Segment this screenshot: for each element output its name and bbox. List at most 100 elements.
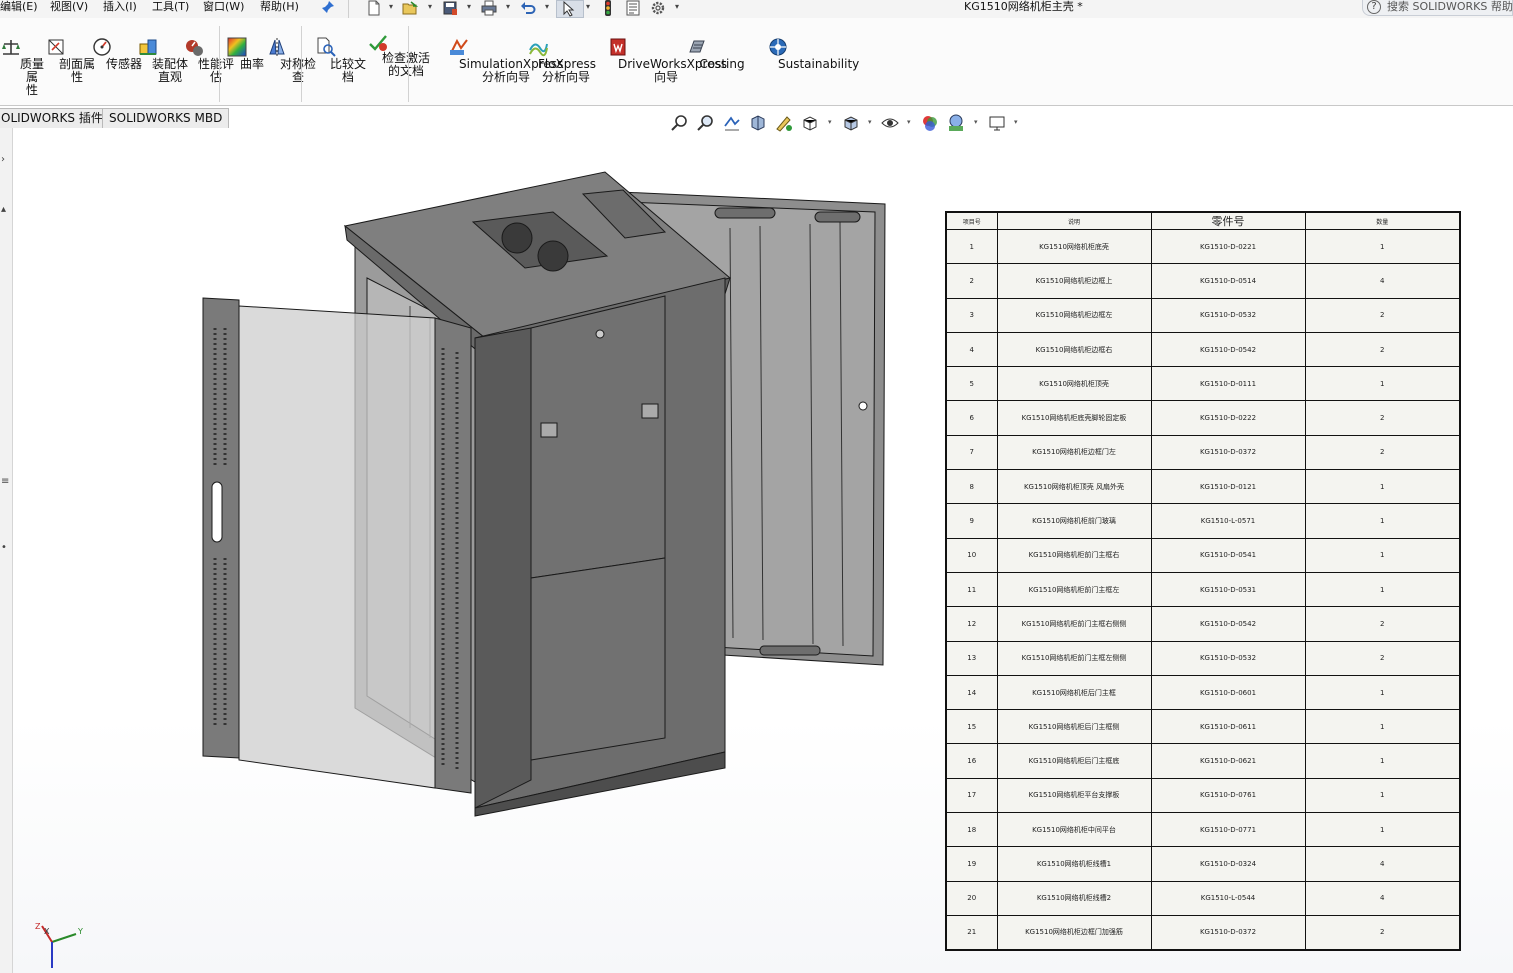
- open-document-caret-icon[interactable]: ▾: [428, 0, 432, 14]
- select-caret-icon[interactable]: ▾: [586, 0, 590, 14]
- bom-row[interactable]: 5 KG1510网络机柜顶壳 KG1510-D-0111 1: [945, 366, 1461, 402]
- bom-row[interactable]: 6 KG1510网络机柜底壳脚轮固定板 KG1510-D-0222 2: [945, 400, 1461, 436]
- dynamic-annotation-views-icon[interactable]: [775, 114, 793, 132]
- menu-help[interactable]: 帮助(H): [260, 0, 299, 18]
- bom-row[interactable]: 18 KG1510网络机柜中间平台 KG1510-D-0771 1: [945, 812, 1461, 848]
- performance-evaluation-icon: [186, 40, 203, 56]
- apply-scene-icon[interactable]: [947, 114, 965, 132]
- bom-row[interactable]: 8 KG1510网络机柜顶壳 风扇外壳 KG1510-D-0121 1: [945, 469, 1461, 505]
- hide-show-caret-icon[interactable]: ▾: [907, 118, 911, 126]
- splitter-grip-icon[interactable]: ≡: [1, 476, 9, 487]
- bom-cell-part-number: KG1510-D-0621: [1150, 743, 1306, 779]
- bom-row[interactable]: 9 KG1510网络机柜前门玻璃 KG1510-L-0571 1: [945, 503, 1461, 539]
- bom-row[interactable]: 11 KG1510网络机柜前门主框左 KG1510-D-0531 1: [945, 571, 1461, 608]
- bom-cell-part-number: KG1510-D-0121: [1150, 469, 1306, 505]
- pin-menu-icon[interactable]: [321, 0, 335, 14]
- menu-view[interactable]: 视图(V): [50, 0, 88, 18]
- select-tool-button[interactable]: [556, 0, 584, 18]
- bom-row[interactable]: 4 KG1510网络机柜边框右 KG1510-D-0542 2: [945, 331, 1461, 368]
- display-style-icon[interactable]: [842, 114, 860, 132]
- new-document-caret-icon[interactable]: ▾: [389, 0, 393, 14]
- new-document-icon[interactable]: [366, 0, 382, 16]
- save-icon[interactable]: [442, 0, 458, 16]
- bom-cell-part-number: KG1510-L-0571: [1150, 503, 1306, 539]
- bom-row[interactable]: 17 KG1510网络机柜平台支撑板 KG1510-D-0761 1: [945, 777, 1461, 814]
- bom-cell-description: KG1510网络机柜边框上: [996, 263, 1152, 299]
- bom-row[interactable]: 15 KG1510网络机柜后门主框侧 KG1510-D-0611 1: [945, 709, 1461, 745]
- bom-row[interactable]: 20 KG1510网络机柜线槽2 KG1510-L-0544 4: [945, 880, 1461, 916]
- menu-edit[interactable]: 编辑(E): [0, 0, 38, 18]
- bom-cell-description: KG1510网络机柜线槽1: [996, 846, 1152, 882]
- bom-cell-description: KG1510网络机柜中间平台: [996, 812, 1152, 848]
- bom-row[interactable]: 21 KG1510网络机柜边框门加强筋 KG1510-D-0372 2: [945, 914, 1461, 951]
- display-style-caret-icon[interactable]: ▾: [868, 118, 872, 126]
- zoom-to-fit-icon[interactable]: [671, 114, 689, 132]
- bom-cell-part-number: KG1510-D-0532: [1150, 640, 1306, 676]
- bom-row[interactable]: 16 KG1510网络机柜后门主框底 KG1510-D-0621 1: [945, 743, 1461, 779]
- options-caret-icon[interactable]: ▾: [675, 0, 679, 14]
- bom-cell-description: KG1510网络机柜前门主框右侧侧: [996, 606, 1152, 642]
- sensor-icon: [93, 38, 111, 56]
- bom-row[interactable]: 10 KG1510网络机柜前门主框右 KG1510-D-0541 1: [945, 537, 1461, 573]
- ribbon-separator: [408, 26, 409, 102]
- expand-panel-chevron-icon[interactable]: ›: [1, 154, 5, 165]
- view-orientation-caret-icon[interactable]: ▾: [828, 118, 832, 126]
- bom-row[interactable]: 13 KG1510网络机柜前门主框左侧侧 KG1510-D-0532 2: [945, 640, 1461, 676]
- bom-cell-description: KG1510网络机柜后门主框底: [996, 743, 1152, 779]
- help-search-box[interactable]: ? 搜索 SOLIDWORKS 帮助: [1362, 0, 1513, 16]
- compare-documents-icon: [317, 37, 336, 57]
- cabinet-3d-model[interactable]: [195, 168, 895, 818]
- apply-scene-caret-icon[interactable]: ▾: [974, 118, 978, 126]
- file-properties-icon[interactable]: [625, 0, 641, 16]
- menu-tools[interactable]: 工具(T): [152, 0, 189, 18]
- menu-window[interactable]: 窗口(W): [203, 0, 244, 18]
- bom-cell-item-no: 20: [945, 880, 998, 916]
- bom-row[interactable]: 3 KG1510网络机柜边框左 KG1510-D-0532 2: [945, 297, 1461, 333]
- undo-caret-icon[interactable]: ▾: [545, 0, 549, 14]
- tab-solidworks-addins[interactable]: OLIDWORKS 插件: [0, 108, 110, 128]
- bom-header-item-no: 项目号: [945, 211, 998, 230]
- previous-view-icon[interactable]: [723, 114, 741, 132]
- save-caret-icon[interactable]: ▾: [467, 0, 471, 14]
- options-gear-icon[interactable]: [650, 0, 666, 16]
- bom-cell-description: KG1510网络机柜顶壳 风扇外壳: [996, 469, 1152, 505]
- section-view-icon[interactable]: [749, 114, 767, 132]
- view-orientation-icon[interactable]: [801, 114, 819, 132]
- edit-appearance-icon[interactable]: [921, 114, 939, 132]
- scroll-up-arrow-icon[interactable]: ▴: [1, 204, 6, 215]
- bom-row[interactable]: 19 KG1510网络机柜线槽1 KG1510-D-0324 4: [945, 846, 1461, 882]
- ribbon-separator: [301, 26, 302, 102]
- ribbon-separator: [219, 26, 220, 102]
- bom-cell-quantity: 2: [1304, 640, 1461, 676]
- menu-insert[interactable]: 插入(I): [103, 0, 137, 18]
- view-settings-icon[interactable]: [988, 114, 1006, 132]
- bom-cell-part-number: KG1510-D-0324: [1150, 846, 1306, 882]
- bom-cell-part-number: KG1510-D-0542: [1150, 331, 1306, 368]
- rebuild-traffic-light-icon[interactable]: [600, 0, 616, 16]
- bom-row[interactable]: 7 KG1510网络机柜边框门左 KG1510-D-0372 2: [945, 434, 1461, 471]
- bill-of-materials-table[interactable]: 项目号 说明 零件号 数量 1 KG1510网络机柜底壳 KG1510-D-0221…: [945, 211, 1461, 951]
- bom-cell-item-no: 14: [945, 674, 998, 711]
- panel-toggle-icon[interactable]: •: [1, 542, 7, 553]
- bom-cell-description: KG1510网络机柜前门主框左侧侧: [996, 640, 1152, 676]
- print-caret-icon[interactable]: ▾: [506, 0, 510, 14]
- bom-row[interactable]: 2 KG1510网络机柜边框上 KG1510-D-0514 4: [945, 263, 1461, 299]
- triad-y-label: Y: [77, 927, 83, 936]
- bom-row[interactable]: 12 KG1510网络机柜前门主框右侧侧 KG1510-D-0542 2: [945, 606, 1461, 642]
- undo-icon[interactable]: [520, 0, 536, 16]
- command-manager-ribbon: 质量属 性 剖面属 性 传感器 装配体 直观 性能评 估 曲率 对称检 查 比较…: [0, 18, 1513, 116]
- view-settings-caret-icon[interactable]: ▾: [1014, 118, 1018, 126]
- bom-cell-item-no: 12: [945, 606, 998, 642]
- bom-row[interactable]: 1 KG1510网络机柜底壳 KG1510-D-0221 1: [945, 228, 1461, 265]
- bom-cell-item-no: 15: [945, 709, 998, 745]
- bom-row[interactable]: 14 KG1510网络机柜后门主框 KG1510-D-0601 1: [945, 674, 1461, 711]
- bom-cell-item-no: 8: [945, 469, 998, 505]
- zoom-to-area-icon[interactable]: [697, 114, 715, 132]
- bom-cell-item-no: 13: [945, 640, 998, 676]
- hide-show-items-icon[interactable]: [881, 114, 899, 132]
- print-icon[interactable]: [481, 0, 497, 16]
- symmetry-check-label: 对称检 查: [279, 57, 316, 84]
- open-document-icon[interactable]: [402, 0, 418, 16]
- tab-solidworks-mbd[interactable]: SOLIDWORKS MBD: [102, 108, 230, 128]
- bom-cell-part-number: KG1510-D-0771: [1150, 812, 1306, 848]
